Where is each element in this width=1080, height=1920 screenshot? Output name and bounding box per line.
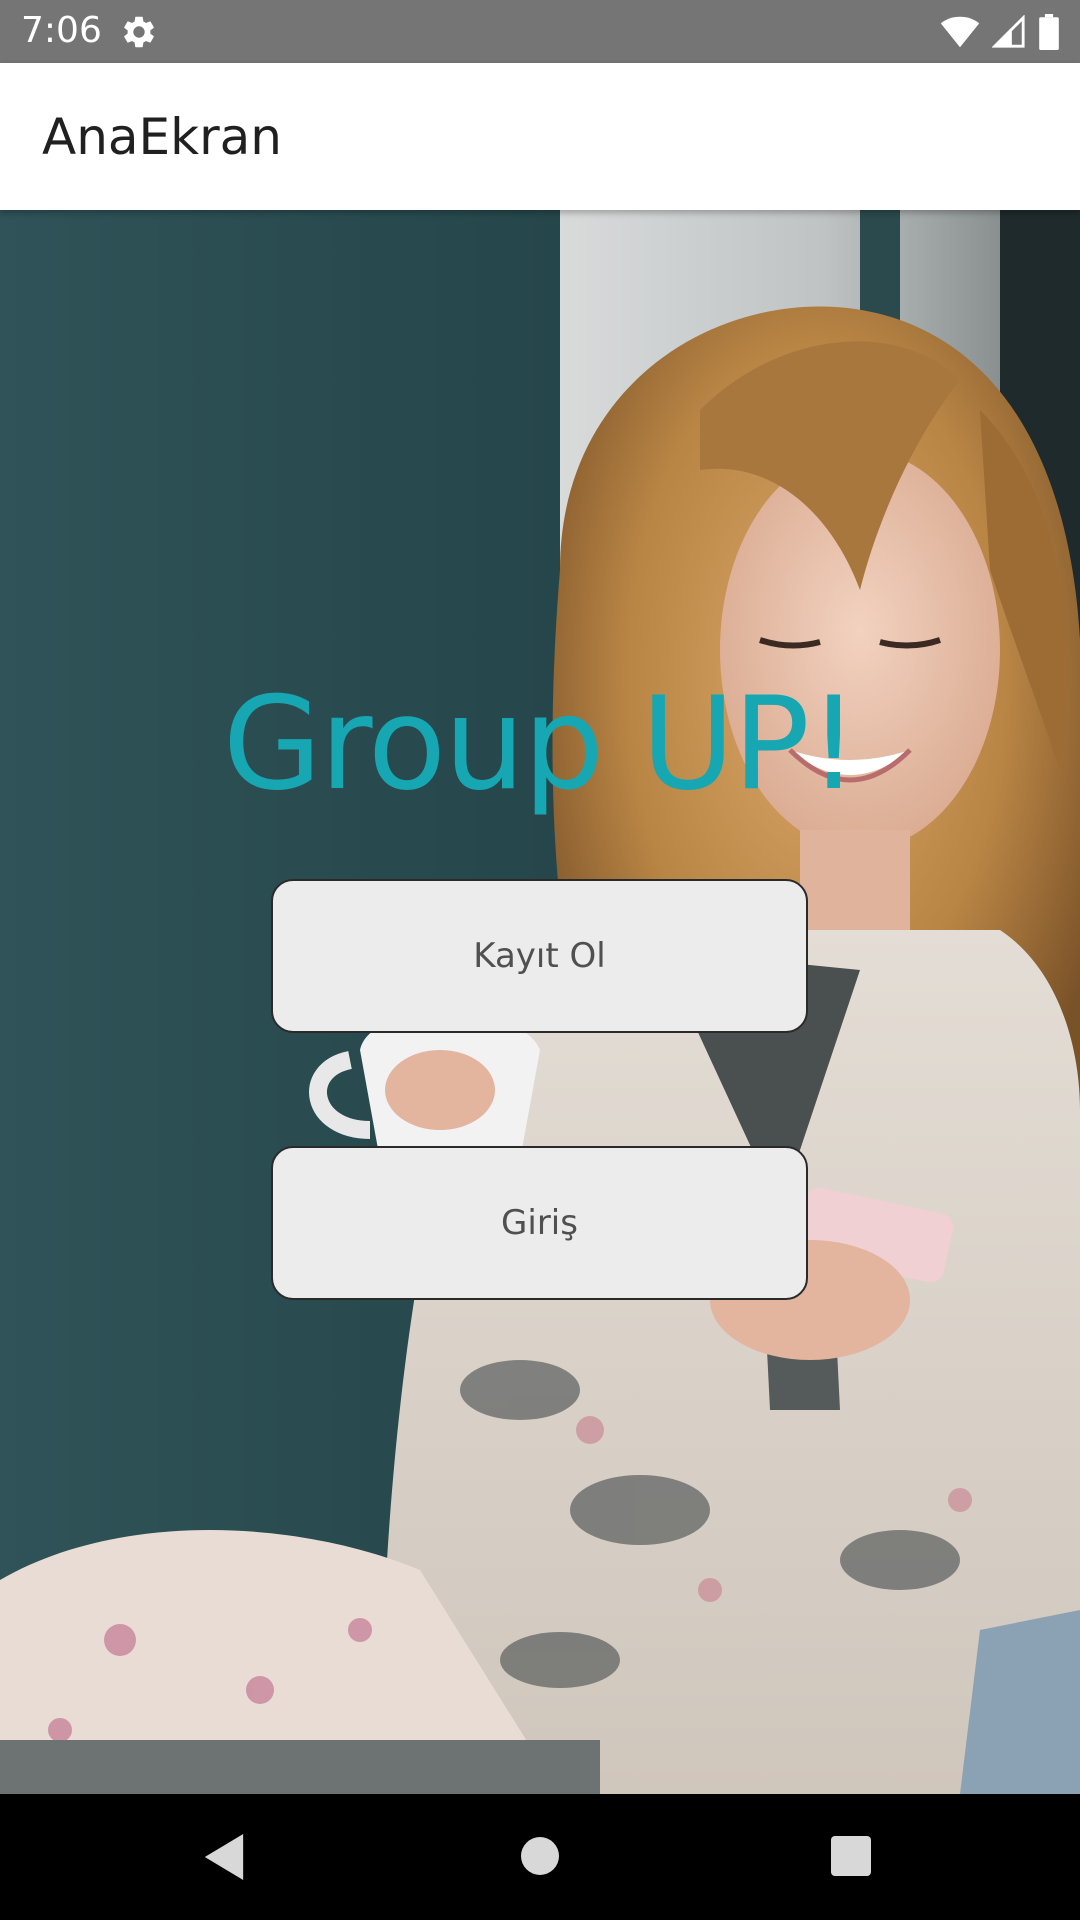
screen: 7:06 AnaEkran Group UP! Kayıt Ol Giriş [0, 0, 1080, 1920]
login-button[interactable]: Giriş [271, 1146, 808, 1300]
main-content: Group UP! Kayıt Ol Giriş [0, 210, 1080, 1794]
app-title: AnaEkran [42, 108, 282, 166]
wifi-icon [940, 16, 980, 48]
status-bar: 7:06 [0, 0, 1080, 63]
navigation-bar [0, 1794, 1080, 1920]
battery-icon [1039, 14, 1059, 50]
register-button[interactable]: Kayıt Ol [271, 879, 808, 1033]
cell-signal-icon [992, 15, 1025, 48]
back-icon[interactable] [204, 1834, 244, 1880]
app-bar: AnaEkran [0, 63, 1080, 210]
settings-icon [124, 16, 154, 48]
status-indicators [940, 12, 1060, 52]
app-headline: Group UP! [222, 670, 860, 819]
status-time: 7:06 [21, 10, 102, 51]
recents-icon[interactable] [831, 1836, 871, 1876]
home-icon[interactable] [521, 1837, 559, 1875]
